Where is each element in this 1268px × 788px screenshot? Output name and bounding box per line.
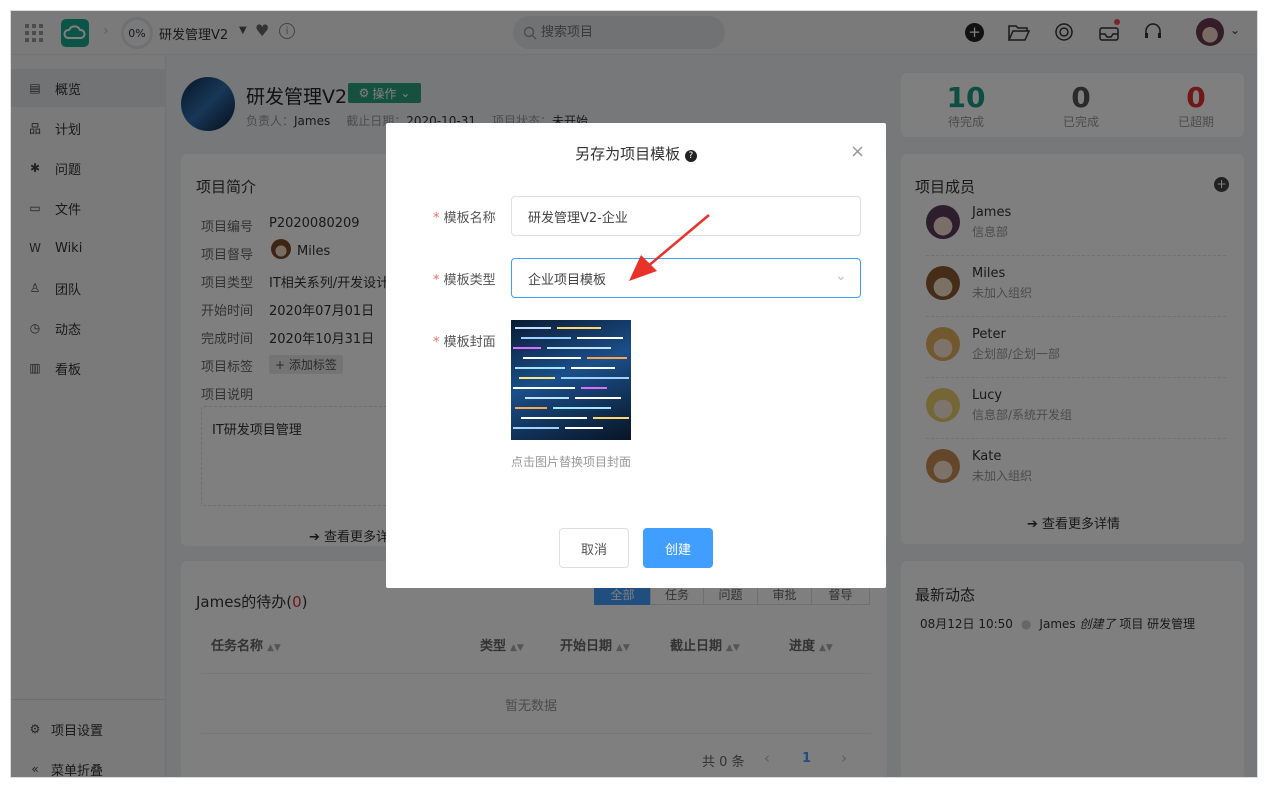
field-label: * 模板封面 <box>433 335 496 350</box>
close-icon[interactable]: × <box>850 141 865 162</box>
dialog-title-text: 另存为项目模板 <box>575 145 681 163</box>
cover-hint: 点击图片替换项目封面 <box>511 455 632 469</box>
app-window: › 0% 研发管理V2 ▼ ♥ i + ⌄ ▤概览 品计划 ✱问题 ▭文件 WW… <box>10 10 1258 778</box>
create-button[interactable]: 创建 <box>643 528 713 568</box>
name-label: 模板名称 <box>443 211 496 226</box>
field-label: * 模板名称 <box>433 211 496 226</box>
cancel-button[interactable]: 取消 <box>559 528 629 568</box>
cover-label: 模板封面 <box>443 335 496 350</box>
dialog-title: 另存为项目模板 ? <box>386 143 886 164</box>
select-value: 企业项目模板 <box>528 272 607 288</box>
field-label: * 模板类型 <box>433 273 496 288</box>
annotation-arrow <box>629 214 710 281</box>
save-template-dialog: 另存为项目模板 ? × * 模板名称 研发管理V2-企业 * 模板类型 企业项目… <box>386 123 886 588</box>
type-label: 模板类型 <box>443 273 496 288</box>
template-cover-image[interactable] <box>511 320 631 440</box>
chevron-down-icon[interactable]: ⌄ <box>835 268 847 284</box>
help-icon[interactable]: ? <box>684 150 697 162</box>
